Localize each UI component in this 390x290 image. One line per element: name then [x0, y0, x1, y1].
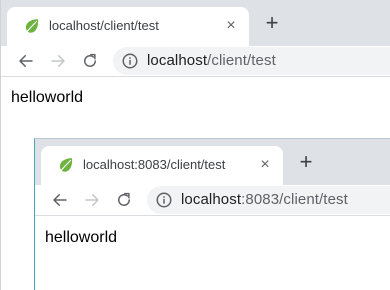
forward-button[interactable]	[45, 48, 71, 74]
reload-button[interactable]	[77, 48, 103, 74]
new-tab-button[interactable]: +	[259, 11, 285, 37]
back-button[interactable]	[47, 187, 73, 213]
spring-leaf-icon	[25, 19, 39, 33]
arrow-left-icon	[19, 55, 33, 67]
browser-tab[interactable]: localhost/client/test ×	[7, 7, 249, 46]
toolbar: localhost:8083/client/test	[35, 185, 390, 216]
url-path: :8083/client/test	[241, 191, 348, 208]
url-text: localhost:8083/client/test	[181, 191, 348, 208]
browser-tab[interactable]: localhost:8083/client/test ×	[41, 146, 283, 185]
url-text: localhost/client/test	[147, 52, 276, 69]
reload-icon	[118, 192, 130, 206]
tab-close-button[interactable]: ×	[255, 155, 275, 175]
tab-title: localhost/client/test	[49, 18, 159, 33]
url-path: /client/test	[207, 52, 276, 69]
arrow-right-icon	[85, 194, 99, 206]
address-bar[interactable]: localhost/client/test	[113, 47, 390, 75]
new-tab-button[interactable]: +	[293, 150, 319, 176]
spring-leaf-icon	[59, 158, 73, 172]
page-body-text: helloworld	[45, 229, 118, 246]
url-host: localhost	[147, 52, 208, 69]
back-button[interactable]	[13, 48, 39, 74]
browser-window-front: localhost:8083/client/test × + localhost…	[34, 138, 390, 290]
tab-title: localhost:8083/client/test	[83, 157, 226, 172]
tab-strip: localhost:8083/client/test × +	[35, 139, 390, 185]
info-icon[interactable]	[121, 52, 139, 70]
arrow-right-icon	[51, 55, 65, 67]
tab-strip: localhost/client/test × +	[1, 0, 390, 46]
forward-button[interactable]	[79, 187, 105, 213]
arrow-left-icon	[53, 194, 67, 206]
reload-button[interactable]	[111, 187, 137, 213]
page-body-text: helloworld	[11, 89, 84, 106]
url-host: localhost	[181, 191, 242, 208]
address-bar[interactable]: localhost:8083/client/test	[147, 186, 390, 214]
toolbar: localhost/client/test	[1, 46, 390, 77]
info-icon[interactable]	[155, 191, 173, 209]
reload-icon	[84, 53, 96, 67]
tab-close-button[interactable]: ×	[221, 16, 241, 36]
